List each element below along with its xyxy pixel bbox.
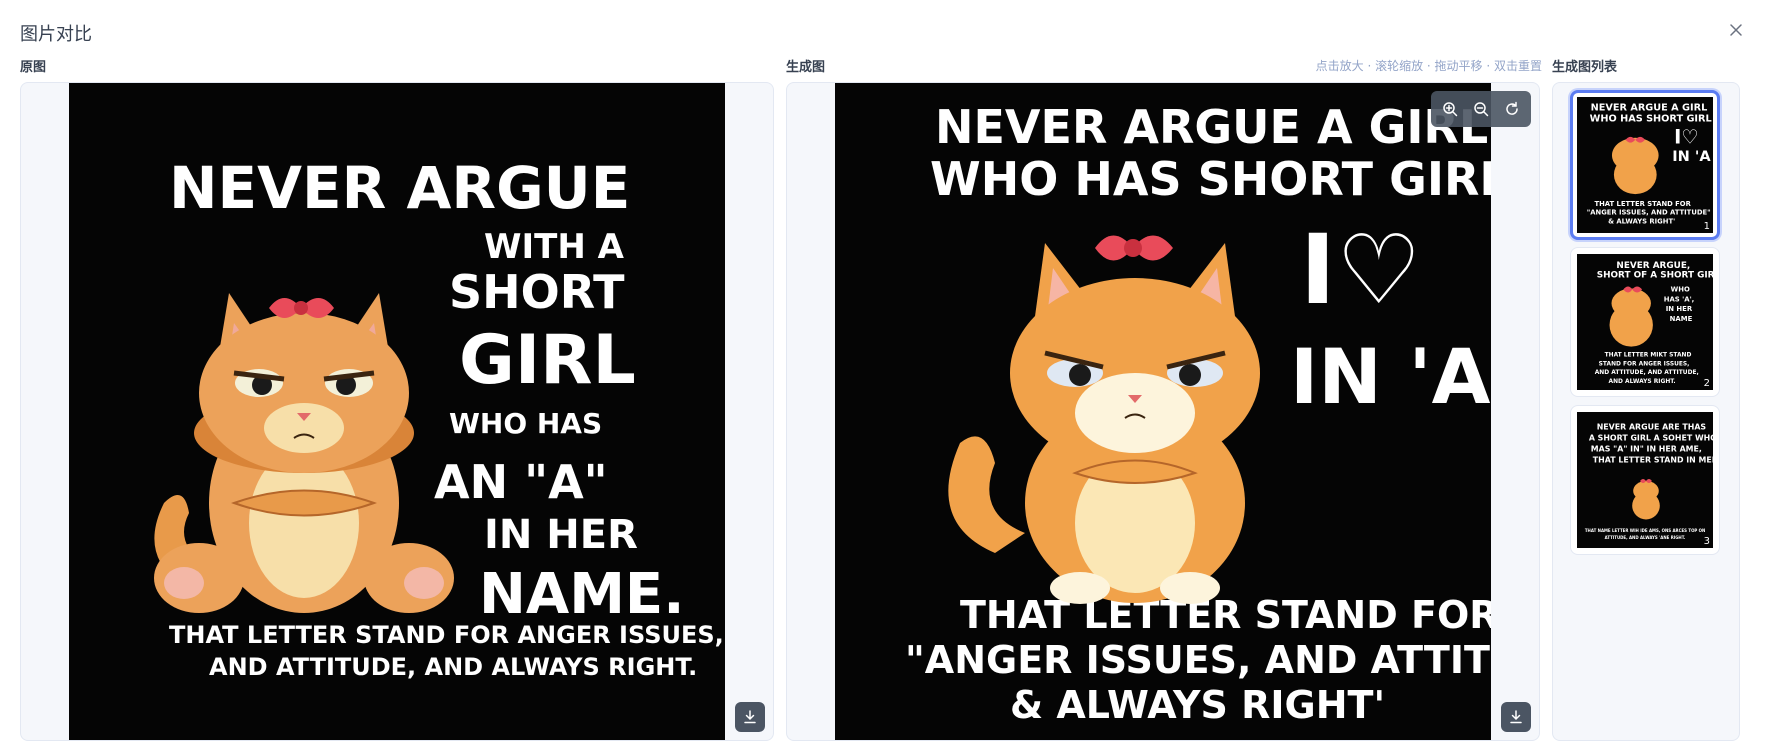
thumb-text: THAT LETTER STAND IN MER. — [1593, 455, 1713, 464]
poster-big: IN 'A — [1290, 332, 1491, 421]
thumb-text: THAT LETTER MIKT STAND — [1605, 353, 1692, 359]
poster-footer: THAT LETTER STAND FOR ANGER ISSUES, — [169, 621, 724, 649]
thumb-text: STAND FOR ANGER ISSUES, — [1599, 361, 1690, 367]
poster-headline: WHO HAS SHORT GIRL — [930, 152, 1491, 206]
close-button[interactable] — [1726, 20, 1746, 40]
thumb-poster: NEVER ARGUE ARE THAS A SHORT GIRL A SOHE… — [1577, 412, 1713, 548]
download-icon — [744, 710, 756, 724]
zoom-toolbar — [1431, 91, 1531, 127]
thumb-list-panel: NEVER ARGUE A GIRL WHO HAS SHORT GIRL I♡… — [1552, 82, 1740, 741]
thumb-item-1[interactable]: NEVER ARGUE A GIRL WHO HAS SHORT GIRL I♡… — [1570, 90, 1720, 240]
poster-big: I♡ — [1300, 214, 1422, 326]
thumb-text: AND ATTITUDE, AND ATTITUDE, — [1595, 370, 1699, 376]
thumb-text: "ANGER ISSUES, AND ATTITUDE" — [1587, 209, 1711, 217]
original-panel: NEVER ARGUE WITH A SHORT GIRL WHO HAS AN… — [20, 82, 774, 741]
thumb-text: HAS 'A', — [1664, 295, 1695, 303]
thumb-text: NAME — [1670, 315, 1693, 323]
thumb-number: 1 — [1703, 221, 1710, 232]
generated-poster: NEVER ARGUE A GIRL WHO HAS SHORT GIRL I♡… — [835, 83, 1491, 740]
thumb-text: I♡ — [1674, 126, 1699, 149]
thumb-item-3[interactable]: NEVER ARGUE ARE THAS A SHORT GIRL A SOHE… — [1570, 405, 1720, 555]
thumb-text: IN 'A — [1672, 148, 1711, 165]
generated-label: 生成图 — [786, 60, 826, 75]
thumb-text: & ALWAYS RIGHT' — [1608, 217, 1675, 225]
poster-footer: & ALWAYS RIGHT' — [1010, 683, 1385, 727]
poster-line: NAME. — [479, 562, 684, 627]
original-label: 原图 — [20, 60, 47, 75]
thumb-poster: NEVER ARGUE, SHORT OF A SHORT GIRL WHO H… — [1577, 254, 1713, 390]
reset-icon — [1505, 101, 1518, 115]
thumb-number: 2 — [1703, 378, 1710, 389]
thumb-item-2[interactable]: NEVER ARGUE, SHORT OF A SHORT GIRL WHO H… — [1570, 247, 1720, 397]
zoom-in-icon — [1443, 102, 1458, 117]
thumb-number: 3 — [1703, 536, 1710, 547]
poster-line: IN HER — [484, 512, 638, 558]
thumb-text: WHO HAS SHORT GIRL — [1590, 113, 1712, 124]
poster-line: WHO HAS — [449, 407, 602, 440]
viewer-hint: 点击放大 · 滚轮缩放 · 拖动平移 · 双击重置 — [1315, 59, 1542, 73]
download-original-button[interactable] — [735, 702, 765, 732]
zoom-out-icon — [1474, 102, 1489, 117]
thumb-text: NEVER ARGUE A GIRL — [1591, 103, 1708, 114]
thumb-text: A SHORT GIRL A SOHET WHO — [1589, 434, 1713, 443]
poster-footer: "ANGER ISSUES, AND ATTITUDE" — [905, 638, 1491, 682]
thumb-poster: NEVER ARGUE A GIRL WHO HAS SHORT GIRL I♡… — [1577, 97, 1713, 233]
dialog-title: 图片对比 — [20, 24, 92, 45]
zoom-in-button[interactable] — [1437, 96, 1463, 122]
reset-button[interactable] — [1499, 96, 1525, 122]
thumb-text: MAS "A" IN" IN HER AME, — [1591, 444, 1702, 453]
download-generated-button[interactable] — [1501, 702, 1531, 732]
poster-line: WITH A — [484, 227, 625, 267]
download-icon — [1510, 710, 1522, 724]
thumb-text: ATTITUDE, AND ALWAYS 'ANE RIGHT. — [1605, 535, 1686, 540]
poster-footer: THAT LETTER STAND FOR — [960, 593, 1491, 637]
thumb-text: NEVER ARGUE ARE THAS — [1597, 423, 1707, 432]
original-image[interactable]: NEVER ARGUE WITH A SHORT GIRL WHO HAS AN… — [69, 83, 725, 740]
thumb-text: IN HER — [1666, 305, 1693, 313]
poster-footer: AND ATTITUDE, AND ALWAYS RIGHT. — [209, 653, 697, 681]
thumb-image: NEVER ARGUE ARE THAS A SHORT GIRL A SOHE… — [1577, 412, 1713, 548]
thumb-list-label: 生成图列表 — [1552, 60, 1618, 75]
poster-headline: NEVER ARGUE A GIRL — [935, 100, 1488, 154]
thumb-text: WHO — [1671, 285, 1690, 293]
generated-image[interactable]: NEVER ARGUE A GIRL WHO HAS SHORT GIRL I♡… — [835, 83, 1491, 740]
close-icon — [1730, 24, 1742, 36]
zoom-out-button[interactable] — [1468, 96, 1494, 122]
poster-line: AN "A" — [434, 455, 608, 509]
poster-line: GIRL — [459, 321, 636, 400]
poster-headline: NEVER ARGUE — [169, 154, 630, 222]
thumb-image: NEVER ARGUE, SHORT OF A SHORT GIRL WHO H… — [1577, 254, 1713, 390]
thumb-text: NEVER ARGUE, — [1616, 261, 1690, 271]
thumb-text: THAT LETTER STAND FOR — [1594, 200, 1691, 208]
thumb-text: THAT NAME LETTER WIH IDE AMS, ONS ARCES … — [1585, 528, 1705, 533]
poster-line: SHORT — [449, 265, 625, 319]
generated-panel: NEVER ARGUE A GIRL WHO HAS SHORT GIRL I♡… — [786, 82, 1540, 741]
thumb-image: NEVER ARGUE A GIRL WHO HAS SHORT GIRL I♡… — [1577, 97, 1713, 233]
original-poster: NEVER ARGUE WITH A SHORT GIRL WHO HAS AN… — [69, 83, 725, 740]
thumb-text: AND ALWAYS RIGHT. — [1609, 379, 1676, 385]
thumb-text: SHORT OF A SHORT GIRL — [1597, 271, 1713, 281]
